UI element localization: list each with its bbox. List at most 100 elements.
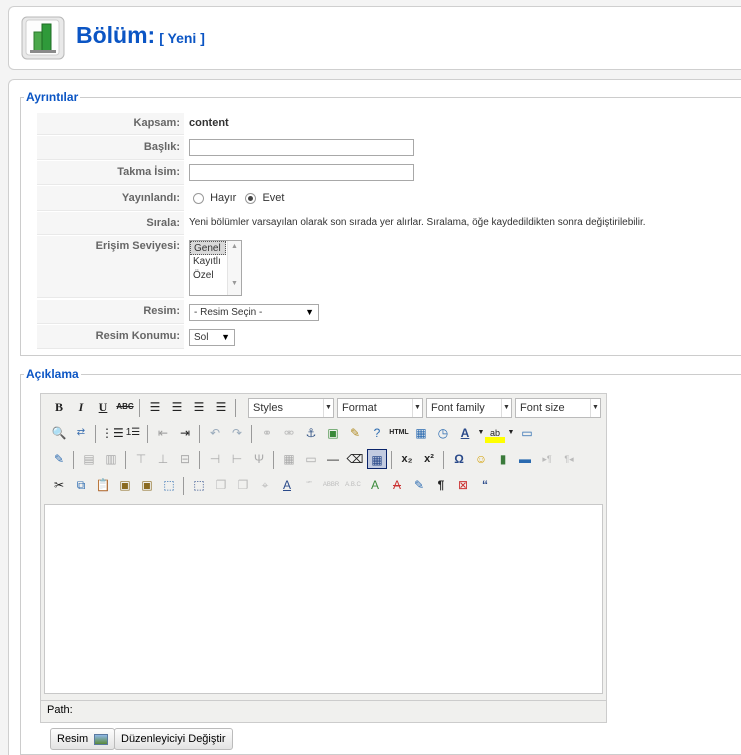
redo-icon[interactable]: ↷: [227, 423, 247, 443]
paste-word-icon[interactable]: ▣: [137, 475, 157, 495]
rtl-icon[interactable]: ¶◂: [559, 449, 579, 469]
absolute-icon[interactable]: ⌖: [255, 475, 275, 495]
image-select[interactable]: - Resim Seçin - ▼: [189, 304, 319, 321]
visual-aid-icon[interactable]: ▦: [367, 449, 387, 469]
published-no-radio[interactable]: [193, 192, 204, 204]
insert-time-icon[interactable]: ◷: [433, 423, 453, 443]
anchor-icon[interactable]: ⚓: [301, 423, 321, 443]
deletion-icon[interactable]: A: [387, 475, 407, 495]
abbr-icon[interactable]: ABBR: [321, 475, 341, 495]
replace-icon[interactable]: ⇄: [71, 423, 91, 443]
paste-text-icon[interactable]: ▣: [115, 475, 135, 495]
insert-row-after-icon[interactable]: ⊥: [153, 449, 173, 469]
toggle-editor-button-label: Düzenleyiciyi Değiştir: [121, 733, 226, 745]
cite-icon[interactable]: “”: [299, 475, 319, 495]
copy-icon[interactable]: ⧉: [71, 475, 91, 495]
align-justify-icon[interactable]: ☰: [211, 397, 231, 417]
move-backward-icon[interactable]: ❐: [233, 475, 253, 495]
access-listbox[interactable]: Genel Kayıtlı Özel ▲ ▼: [189, 240, 242, 296]
horizontal-rule-icon[interactable]: —: [323, 449, 343, 469]
delete-row-icon[interactable]: ⊟: [175, 449, 195, 469]
page-title: Bölüm:[ Yeni ]: [76, 22, 205, 49]
align-left-icon[interactable]: ☰: [145, 397, 165, 417]
insert-image-button[interactable]: Resim: [50, 728, 116, 750]
page-title-text: Bölüm:: [76, 22, 156, 48]
row-properties-icon[interactable]: ▤: [79, 449, 99, 469]
remove-format-icon[interactable]: ⌫: [345, 449, 365, 469]
media-icon[interactable]: ▮: [493, 449, 513, 469]
select-all-icon[interactable]: ⬚: [159, 475, 179, 495]
alias-input[interactable]: [189, 164, 414, 181]
row-title: Başlık:: [37, 136, 741, 160]
access-label: Erişim Seviyesi:: [37, 236, 184, 298]
strikethrough-icon[interactable]: ABC: [115, 397, 135, 417]
editor-content-area[interactable]: [44, 504, 603, 694]
ltr-icon[interactable]: ▸¶: [537, 449, 557, 469]
row-order: Sırala: Yeni bölümler varsayılan olarak …: [37, 212, 741, 235]
delete-col-icon[interactable]: Ψ: [249, 449, 269, 469]
styles-dropdown-value: Styles: [253, 402, 283, 414]
access-listbox-scrollbar[interactable]: ▲ ▼: [227, 241, 241, 295]
insert-date-icon[interactable]: ▦: [411, 423, 431, 443]
insert-col-before-icon[interactable]: ⊣: [205, 449, 225, 469]
link-icon[interactable]: ⚭: [257, 423, 277, 443]
undo-icon[interactable]: ↶: [205, 423, 225, 443]
title-input[interactable]: [189, 139, 414, 156]
subscript-icon[interactable]: x₂: [397, 449, 417, 469]
bold-icon[interactable]: B: [49, 397, 69, 417]
toggle-editor-button[interactable]: Düzenleyiciyi Değiştir: [114, 728, 233, 750]
cut-icon[interactable]: ✂: [49, 475, 69, 495]
insert-col-after-icon[interactable]: ⊢: [227, 449, 247, 469]
align-right-icon[interactable]: ☰: [189, 397, 209, 417]
published-label: Yayınlandı:: [37, 186, 184, 211]
acronym-icon[interactable]: A.B.C: [343, 475, 363, 495]
attributes-icon[interactable]: ✎: [409, 475, 429, 495]
italic-icon[interactable]: I: [71, 397, 91, 417]
access-option[interactable]: Kayıtlı: [190, 255, 226, 269]
chevron-down-icon: ▼: [305, 307, 314, 317]
indent-icon[interactable]: ⇥: [175, 423, 195, 443]
html-icon[interactable]: HTML: [389, 423, 409, 443]
font-family-dropdown[interactable]: Font family ▼: [426, 398, 512, 418]
toolbar-box: Bölüm:[ Yeni ]: [8, 6, 741, 70]
format-dropdown[interactable]: Format ▼: [337, 398, 423, 418]
emoticon-icon[interactable]: ☺: [471, 449, 491, 469]
edit-css-icon[interactable]: ✎: [49, 449, 69, 469]
cleanup-icon[interactable]: ✎: [345, 423, 365, 443]
align-center-icon[interactable]: ☰: [167, 397, 187, 417]
blockquote-icon[interactable]: “: [475, 475, 495, 495]
advanced-hr-icon[interactable]: ▬: [515, 449, 535, 469]
layer-icon[interactable]: ⬚: [189, 475, 209, 495]
style-props-icon[interactable]: A: [277, 475, 297, 495]
access-option[interactable]: Özel: [190, 269, 226, 283]
insertion-icon[interactable]: A: [365, 475, 385, 495]
outdent-icon[interactable]: ⇤: [153, 423, 173, 443]
numbered-list-icon[interactable]: 1☰: [123, 423, 143, 443]
image-position-select[interactable]: Sol ▼: [189, 329, 235, 346]
access-option[interactable]: Genel: [190, 241, 226, 255]
font-size-dropdown[interactable]: Font size ▼: [515, 398, 601, 418]
cell-properties-icon[interactable]: ▥: [101, 449, 121, 469]
help-icon[interactable]: ?: [367, 423, 387, 443]
image-pos-label: Resim Konumu:: [37, 325, 184, 349]
split-cells-icon[interactable]: ▦: [279, 449, 299, 469]
styles-dropdown[interactable]: Styles ▼: [248, 398, 334, 418]
published-no-label: Hayır: [210, 192, 237, 204]
move-forward-icon[interactable]: ❐: [211, 475, 231, 495]
fullscreen-icon[interactable]: ▭: [517, 423, 537, 443]
nonbreaking-icon[interactable]: ⊠: [453, 475, 473, 495]
paragraph-icon[interactable]: ¶: [431, 475, 451, 495]
unlink-icon[interactable]: ⚮: [279, 423, 299, 443]
image-icon[interactable]: ▣: [323, 423, 343, 443]
merge-cells-icon[interactable]: ▭: [301, 449, 321, 469]
published-yes-radio[interactable]: [245, 192, 257, 204]
insert-row-before-icon[interactable]: ⊤: [131, 449, 151, 469]
font-family-dropdown-value: Font family: [431, 402, 485, 414]
underline-icon[interactable]: U: [93, 397, 113, 417]
bullet-list-icon[interactable]: ⋮☰: [101, 423, 124, 443]
row-alias: Takma İsim:: [37, 161, 741, 185]
special-char-icon[interactable]: Ω: [449, 449, 469, 469]
find-icon[interactable]: 🔍: [49, 423, 69, 443]
superscript-icon[interactable]: x²: [419, 449, 439, 469]
paste-icon[interactable]: 📋: [93, 475, 113, 495]
